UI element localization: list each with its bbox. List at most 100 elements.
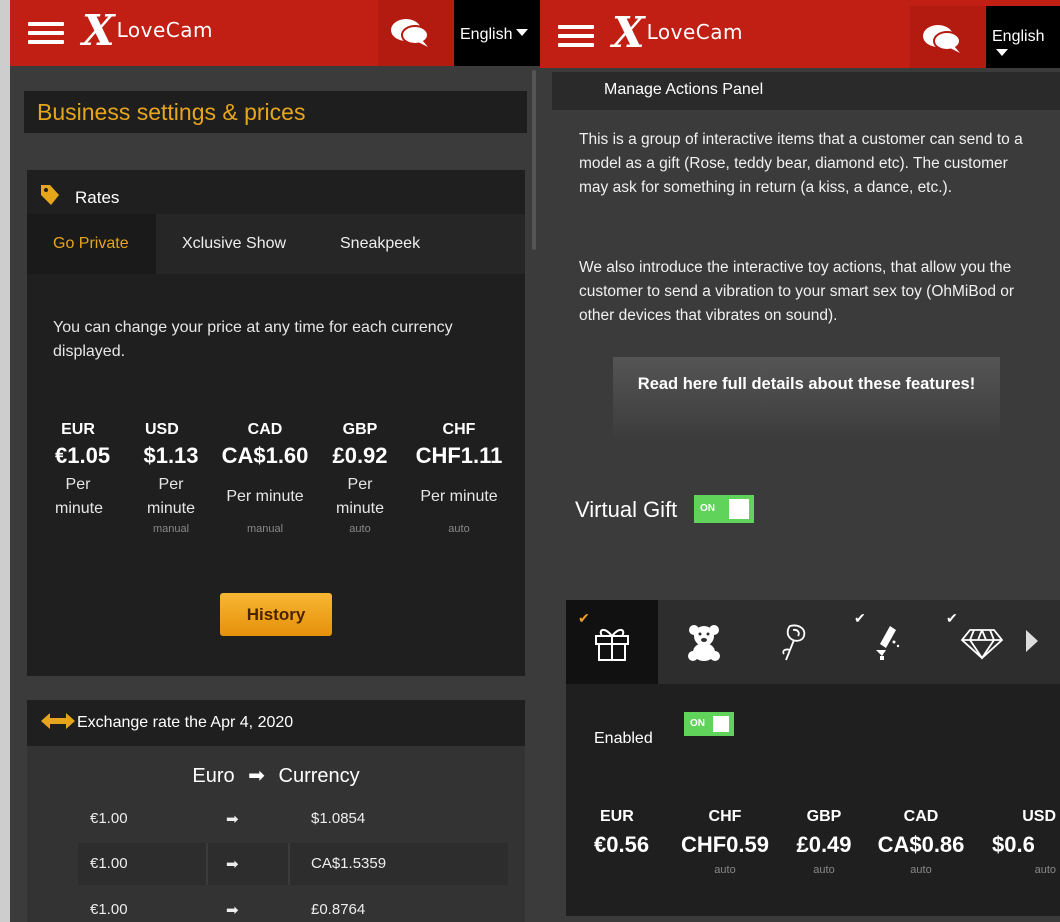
gift-selector: ✔ ✔ ✔ [566,600,1060,684]
tab-go-private[interactable]: Go Private [27,214,156,274]
currency-price: CA$0.86 [877,832,965,857]
price-change-note: You can change your price at any time fo… [53,319,453,360]
price-mode: manual [152,523,190,535]
currency-price: £0.92 [332,443,388,468]
exchange-rate-table: Euro ➡ Currency €1.00 ➡ $1.0854 €1.00 ➡ … [27,746,525,922]
site-logo[interactable]: X LoveCam [82,10,213,52]
euro-label: Euro [192,765,235,787]
champagne-icon [876,626,900,660]
table-row: €1.00 ➡ £0.8764 [78,889,508,922]
gift-box-icon [595,629,629,661]
read-details-button[interactable]: Read here full details about these featu… [613,357,1000,439]
per-minute-label: Per minute [420,488,498,505]
menu-icon[interactable] [558,25,594,47]
currency-code: GBP [342,421,378,438]
currency-code: CAD [903,808,939,825]
tab-sneakpeek[interactable]: Sneakpeek [314,214,446,274]
virtual-gift-toggle[interactable]: ON [694,495,754,523]
gift-price-chf[interactable]: CHF CHF0.59 auto [678,808,772,876]
gift-tile-teddy[interactable] [658,600,750,684]
section-title: Manage Actions Panel [552,72,1060,110]
table-row: €1.00 ➡ $1.0854 [78,798,508,840]
enabled-label: Enabled [594,730,653,747]
gift-price-gbp[interactable]: GBP £0.49 auto [792,808,856,876]
actions-panel-screen: X LoveCam English Manage Actions Panel Th… [540,0,1060,922]
gift-price-cad[interactable]: CAD CA$0.86 auto [874,808,968,876]
gift-price-usd[interactable]: USD $0.6 auto [988,808,1060,876]
rates-card: Rates Go Private Xclusive Show Sneakpeek… [27,170,525,676]
price-mode: auto [813,864,835,876]
chat-bubbles-icon [391,19,429,47]
currency-gbp[interactable]: GBP £0.92 Per minute auto [327,421,393,535]
gift-settings-card: Enabled ON EUR €0.56 CHF CHF0.59 auto GB… [566,684,1060,916]
currency-usd[interactable]: USD $1.13 Per minute manual [135,421,207,535]
enabled-toggle[interactable]: ON [684,712,734,736]
price-mode: auto [448,523,470,535]
language-selector[interactable]: English [454,0,540,66]
currency-price: €0.56 [594,832,650,857]
arrow-right-icon: ➡ [226,902,239,919]
per-minute-label: Per minute [146,476,196,517]
currency-cad[interactable]: CAD CA$1.60 Per minute manual [213,421,317,535]
to-amount: $1.0854 [311,810,366,827]
screenshot-stage: X LoveCam English Business settings & pri… [0,0,1060,922]
price-tag-icon [41,185,59,205]
menu-icon[interactable] [28,22,64,44]
currency-code: USD [145,421,179,438]
to-amount: CA$1.5359 [311,855,387,872]
virtual-gift-label: Virtual Gift [575,497,678,522]
arrow-right-icon: ➡ [226,856,239,873]
diamond-icon [960,629,1004,660]
currency-code: EUR [61,421,95,438]
per-minute-label: Per minute [226,488,304,505]
gift-description: This is a group of interactive items tha… [579,131,1023,196]
price-mode: auto [349,523,371,535]
currency-price: €1.05 [55,443,111,468]
caret-down-icon [996,49,1008,56]
currency-code: GBP [806,808,842,825]
currency-code: USD [1022,808,1056,825]
business-settings-screen: X LoveCam English Business settings & pri… [10,0,540,922]
currency-code: CHF [708,808,742,825]
toggle-state: ON [690,718,705,729]
per-minute-label: Per minute [55,476,104,517]
teddy-bear-icon [688,625,720,661]
exchange-rate-header: Exchange rate the Apr 4, 2020 [27,700,525,746]
per-minute-label: Per minute [335,476,385,517]
currency-chf[interactable]: CHF CHF1.11 Per minute auto [409,421,509,535]
to-amount: £0.8764 [311,901,366,918]
tab-xclusive-show[interactable]: Xclusive Show [156,214,312,274]
rose-icon [782,624,806,661]
caret-down-icon [516,29,529,36]
currency-label: Currency [278,765,360,787]
price-mode: auto [714,864,736,876]
chat-bubbles-icon [923,25,961,53]
top-bar: X LoveCam English [10,0,540,66]
next-arrow-icon[interactable] [1026,630,1038,652]
language-selector[interactable]: English [986,6,1060,68]
toy-description: We also introduce the interactive toy ac… [579,259,1015,324]
currency-price: CA$1.60 [221,443,309,468]
from-amount: €1.00 [90,855,128,872]
exchange-rate-title: Exchange rate the Apr 4, 2020 [77,714,294,731]
gift-tile-rose[interactable] [750,600,842,684]
currency-eur[interactable]: EUR €1.05 Per minute [55,421,111,521]
chat-button[interactable] [910,6,986,68]
gift-tile-champagne[interactable] [842,600,934,684]
gift-price-eur[interactable]: EUR €0.56 [594,808,649,858]
currency-price: $0.6 [992,832,1035,857]
currency-code: CHF [442,421,476,438]
scrollbar[interactable] [532,70,536,250]
rates-header: Rates [39,183,119,208]
currency-price: $1.13 [143,443,199,468]
arrow-right-icon: ➡ [248,765,265,787]
checked-icon: ✔ [578,610,590,626]
table-row: €1.00 ➡ CA$1.5359 [78,843,508,885]
history-button[interactable]: History [220,593,332,636]
toggle-knob [729,499,749,519]
gift-tile-diamond[interactable] [934,600,1026,684]
chat-button[interactable] [378,0,454,66]
currency-price: CHF0.59 [680,832,770,857]
arrow-right-icon: ➡ [226,811,239,828]
site-logo[interactable]: X LoveCam [612,12,743,54]
